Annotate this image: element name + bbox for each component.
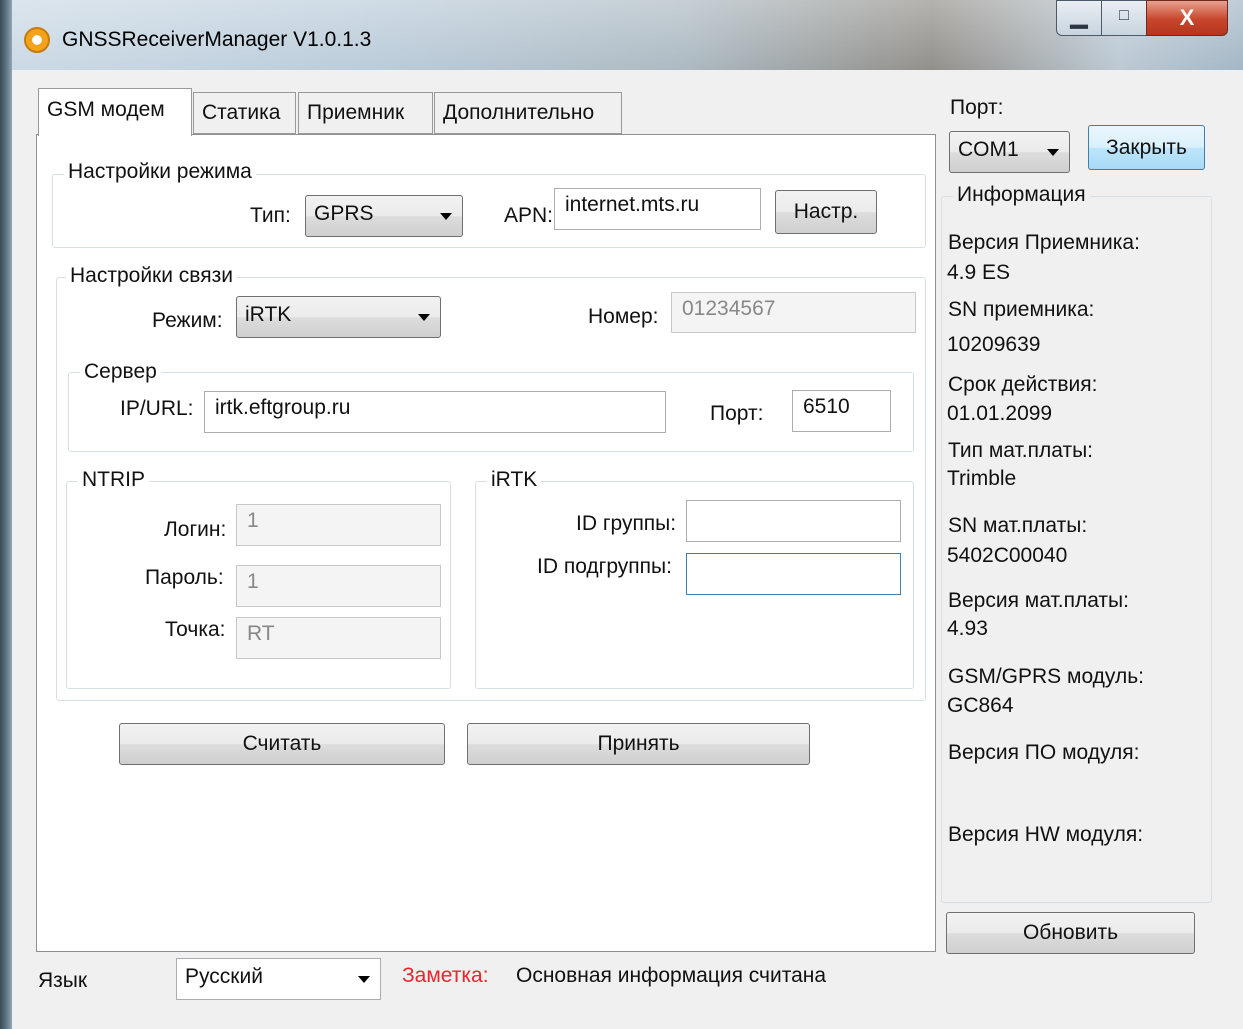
board-version-value: 4.93 bbox=[947, 617, 988, 640]
point-label: Точка: bbox=[165, 618, 226, 641]
group-id-label: ID группы: bbox=[576, 512, 677, 535]
type-combo-value: GPRS bbox=[314, 202, 374, 225]
com-port-value: COM1 bbox=[958, 138, 1019, 161]
port-label: Порт: bbox=[710, 402, 764, 425]
tab-receiver[interactable]: Приемник bbox=[298, 92, 433, 134]
mode-settings-legend: Настройки режима bbox=[64, 160, 256, 184]
tab-additional[interactable]: Дополнительно bbox=[434, 92, 622, 134]
number-input[interactable]: 01234567 bbox=[671, 292, 916, 333]
desktop-edge bbox=[0, 0, 12, 1029]
window-title: GNSSReceiverManager V1.0.1.3 bbox=[62, 28, 372, 51]
port-input[interactable]: 6510 bbox=[792, 390, 891, 432]
number-label: Номер: bbox=[588, 305, 659, 328]
gsm-module-value: GC864 bbox=[947, 694, 1014, 717]
refresh-button[interactable]: Обновить bbox=[946, 912, 1195, 954]
board-type-value: Trimble bbox=[947, 467, 1017, 490]
chevron-down-icon bbox=[1047, 149, 1059, 156]
password-input[interactable]: 1 bbox=[236, 565, 441, 607]
apn-label: APN: bbox=[504, 204, 554, 227]
setup-button[interactable]: Настр. bbox=[775, 190, 877, 234]
apply-button[interactable]: Принять bbox=[467, 723, 810, 765]
board-version-label: Версия мат.платы: bbox=[948, 589, 1129, 612]
app-icon bbox=[24, 27, 50, 53]
language-combo[interactable]: Русский bbox=[176, 958, 381, 1000]
board-type-label: Тип мат.платы: bbox=[948, 439, 1094, 462]
group-id-input[interactable] bbox=[686, 500, 901, 542]
receiver-version-label: Версия Приемника: bbox=[948, 231, 1140, 254]
server-legend: Сервер bbox=[80, 360, 161, 384]
language-label: Язык bbox=[38, 969, 88, 992]
minimize-button[interactable]: ▁ bbox=[1056, 0, 1102, 36]
tab-static[interactable]: Статика bbox=[193, 92, 296, 134]
note-label: Заметка: bbox=[402, 964, 489, 987]
maximize-button[interactable]: □ bbox=[1101, 0, 1147, 36]
close-port-button[interactable]: Закрыть bbox=[1088, 125, 1205, 170]
module-sw-version-label: Версия ПО модуля: bbox=[948, 741, 1140, 764]
apn-input[interactable]: internet.mts.ru bbox=[554, 188, 761, 230]
irtk-legend: iRTK bbox=[487, 468, 542, 492]
subgroup-id-label: ID подгруппы: bbox=[537, 555, 672, 578]
info-legend: Информация bbox=[953, 183, 1090, 207]
receiver-version-value: 4.9 ES bbox=[947, 261, 1011, 284]
gsm-module-label: GSM/GPRS модуль: bbox=[948, 665, 1144, 688]
type-label: Тип: bbox=[250, 204, 291, 227]
login-label: Логин: bbox=[164, 518, 227, 541]
com-port-label: Порт: bbox=[950, 96, 1004, 119]
close-icon: X bbox=[1179, 5, 1195, 30]
url-label: IP/URL: bbox=[120, 397, 194, 420]
mode-label: Режим: bbox=[152, 309, 223, 332]
module-hw-version-label: Версия HW модуля: bbox=[948, 823, 1144, 846]
login-input[interactable]: 1 bbox=[236, 504, 441, 546]
receiver-sn-value: 10209639 bbox=[947, 333, 1041, 356]
mode-combo-value: iRTK bbox=[245, 303, 292, 326]
point-input[interactable]: RT bbox=[236, 617, 441, 659]
tab-gsm-modem[interactable]: GSM модем bbox=[38, 88, 192, 136]
board-sn-value: 5402C00040 bbox=[947, 544, 1068, 567]
board-sn-label: SN мат.платы: bbox=[948, 514, 1088, 537]
chevron-down-icon bbox=[440, 213, 452, 220]
com-port-combo[interactable]: COM1 bbox=[949, 131, 1070, 173]
comm-settings-legend: Настройки связи bbox=[66, 264, 237, 288]
type-combo[interactable]: GPRS bbox=[305, 195, 463, 237]
subgroup-id-input[interactable] bbox=[686, 553, 901, 595]
mode-combo[interactable]: iRTK bbox=[236, 296, 441, 338]
chevron-down-icon bbox=[418, 314, 430, 321]
note-text: Основная информация считана bbox=[516, 964, 827, 987]
validity-label: Срок действия: bbox=[948, 373, 1098, 396]
minimize-icon: ▁ bbox=[1070, 3, 1088, 28]
password-label: Пароль: bbox=[145, 566, 224, 589]
read-button[interactable]: Считать bbox=[119, 723, 445, 765]
close-button[interactable]: X bbox=[1146, 0, 1228, 36]
ntrip-legend: NTRIP bbox=[78, 468, 149, 492]
maximize-icon: □ bbox=[1119, 7, 1129, 24]
url-input[interactable]: irtk.eftgroup.ru bbox=[204, 391, 666, 433]
chevron-down-icon bbox=[358, 976, 370, 983]
validity-value: 01.01.2099 bbox=[947, 402, 1053, 425]
language-value: Русский bbox=[185, 965, 263, 988]
receiver-sn-label: SN приемника: bbox=[948, 298, 1095, 321]
